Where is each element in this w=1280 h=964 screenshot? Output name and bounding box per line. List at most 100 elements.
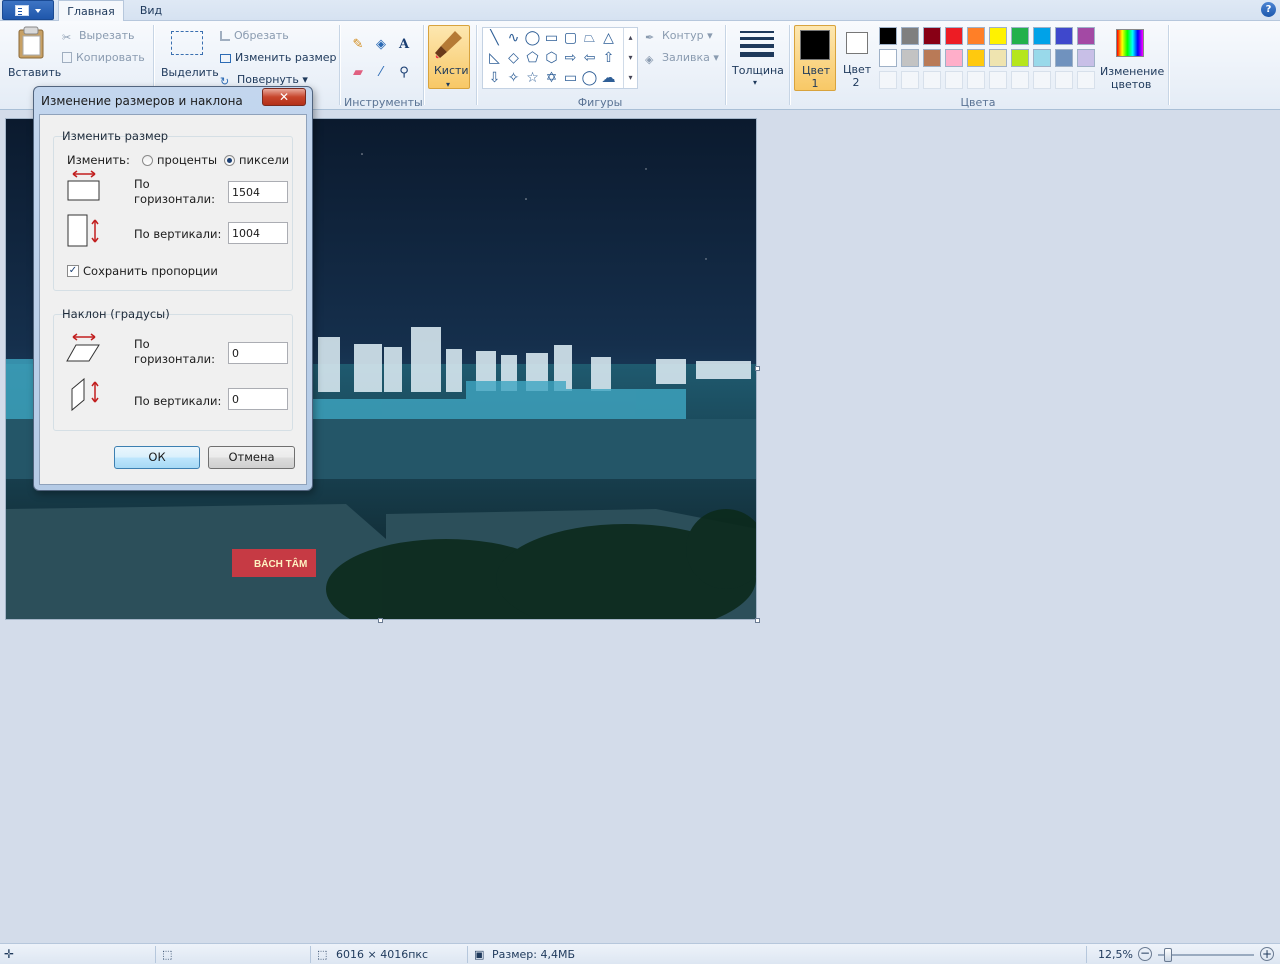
color2-swatch (846, 32, 868, 54)
four-point-star-shape-icon[interactable]: ✧ (504, 69, 523, 87)
down-arrow-shape-icon[interactable]: ⇩ (485, 69, 504, 87)
resize-button[interactable]: Изменить размер (220, 51, 337, 64)
palette-empty-slot[interactable] (1077, 71, 1095, 89)
palette-swatch[interactable] (1077, 49, 1095, 67)
palette-swatch[interactable] (1033, 27, 1051, 45)
palette-swatch[interactable] (1055, 27, 1073, 45)
six-point-star-shape-icon[interactable]: ✡ (542, 69, 561, 87)
chevron-down-icon: ▾ (753, 78, 758, 87)
app-menu-button[interactable] (2, 0, 54, 20)
palette-empty-slot[interactable] (989, 71, 1007, 89)
curve-shape-icon[interactable]: ∿ (504, 29, 523, 47)
magnifier-icon[interactable]: ⚲ (394, 62, 414, 82)
palette-swatch[interactable] (1077, 27, 1095, 45)
hexagon-shape-icon[interactable]: ⬡ (542, 49, 561, 67)
color-picker-icon[interactable]: ⁄ (371, 62, 391, 82)
palette-swatch[interactable] (989, 27, 1007, 45)
polygon-shape-icon[interactable]: ⏢ (580, 29, 599, 47)
resize-vertical-input[interactable] (228, 222, 288, 244)
cut-button[interactable]: ✂ Вырезать (62, 29, 134, 44)
brushes-button[interactable]: Кисти ▾ (428, 25, 470, 89)
ok-button[interactable]: ОК (114, 446, 200, 469)
palette-swatch[interactable] (967, 27, 985, 45)
palette-swatch[interactable] (879, 27, 897, 45)
rounded-rectangle-shape-icon[interactable]: ▢ (561, 29, 580, 47)
skew-vertical-input[interactable] (228, 388, 288, 410)
palette-empty-slot[interactable] (967, 71, 985, 89)
palette-swatch[interactable] (989, 49, 1007, 67)
callout-rect-shape-icon[interactable]: ▭ (561, 69, 580, 87)
up-arrow-shape-icon[interactable]: ⇧ (599, 49, 618, 67)
zoom-out-icon[interactable]: − (1138, 947, 1152, 961)
color2-button[interactable]: Цвет 2 (838, 25, 876, 91)
pixels-radio[interactable] (224, 155, 235, 166)
zoom-in-icon[interactable]: + (1260, 947, 1274, 961)
eraser-icon[interactable]: ▰ (348, 62, 368, 82)
palette-empty-slot[interactable] (1033, 71, 1051, 89)
keep-ratio-checkbox[interactable]: ✓ (67, 265, 79, 277)
skew-group-title: Наклон (градусы) (62, 307, 170, 321)
palette-swatch[interactable] (923, 49, 941, 67)
oval-shape-icon[interactable]: ◯ (523, 29, 542, 47)
copy-label: Копировать (76, 51, 145, 64)
cancel-button[interactable]: Отмена (208, 446, 295, 469)
close-icon[interactable]: ✕ (262, 88, 306, 106)
help-question-icon[interactable]: ? (1261, 2, 1276, 17)
select-label: Выделить (161, 66, 219, 79)
right-arrow-shape-icon[interactable]: ⇨ (561, 49, 580, 67)
percent-radio[interactable] (142, 155, 153, 166)
divider (789, 25, 790, 105)
colors-group-label: Цвета (960, 96, 996, 109)
palette-swatch[interactable] (1011, 27, 1029, 45)
line-shape-icon[interactable]: ╲ (485, 29, 504, 47)
palette-empty-slot[interactable] (901, 71, 919, 89)
select-button[interactable]: Выделить (158, 24, 219, 88)
pentagon-shape-icon[interactable]: ⬠ (523, 49, 542, 67)
palette-swatch[interactable] (945, 27, 963, 45)
tab-home[interactable]: Главная (58, 0, 124, 22)
zoom-slider-track[interactable] (1158, 954, 1254, 956)
tab-view[interactable]: Вид (128, 0, 174, 21)
fill-bucket-icon[interactable]: ◈ (371, 34, 391, 54)
thickness-button[interactable]: Толщина ▾ (730, 25, 784, 89)
fill-button[interactable]: ◈ Заливка ▾ (645, 51, 719, 66)
rectangle-shape-icon[interactable]: ▭ (542, 29, 561, 47)
shapes-scroll[interactable]: ▴ ▾ ▾ (623, 28, 637, 88)
paste-button[interactable]: Вставить (4, 24, 61, 88)
copy-button[interactable]: Копировать (62, 51, 145, 64)
outline-button[interactable]: ✒ Контур ▾ (645, 29, 713, 44)
resize-group-title: Изменить размер (62, 129, 169, 143)
palette-empty-slot[interactable] (945, 71, 963, 89)
skew-horizontal-input[interactable] (228, 342, 288, 364)
pencil-icon[interactable]: ✎ (348, 34, 368, 54)
resize-handle-bottom[interactable] (378, 618, 383, 623)
edit-colors-button[interactable]: Изменение цветов (1098, 25, 1164, 91)
resize-handle-corner[interactable] (755, 618, 760, 623)
palette-swatch[interactable] (967, 49, 985, 67)
palette-empty-slot[interactable] (1011, 71, 1029, 89)
palette-swatch[interactable] (1033, 49, 1051, 67)
left-arrow-shape-icon[interactable]: ⇦ (580, 49, 599, 67)
triangle-shape-icon[interactable]: △ (599, 29, 618, 47)
zoom-slider-thumb[interactable] (1164, 948, 1172, 962)
text-tool-icon[interactable]: A (394, 34, 414, 54)
palette-swatch[interactable] (923, 27, 941, 45)
diamond-shape-icon[interactable]: ◇ (504, 49, 523, 67)
palette-swatch[interactable] (879, 49, 897, 67)
callout-cloud-shape-icon[interactable]: ☁ (599, 69, 618, 87)
palette-swatch[interactable] (945, 49, 963, 67)
resize-handle-right[interactable] (755, 366, 760, 371)
resize-horizontal-input[interactable] (228, 181, 288, 203)
callout-oval-shape-icon[interactable]: ◯ (580, 69, 599, 87)
palette-empty-slot[interactable] (879, 71, 897, 89)
palette-empty-slot[interactable] (1055, 71, 1073, 89)
crop-button[interactable]: Обрезать (220, 29, 289, 42)
palette-swatch[interactable] (901, 49, 919, 67)
palette-swatch[interactable] (901, 27, 919, 45)
five-point-star-shape-icon[interactable]: ☆ (523, 69, 542, 87)
palette-swatch[interactable] (1011, 49, 1029, 67)
right-triangle-shape-icon[interactable]: ◺ (485, 49, 504, 67)
palette-empty-slot[interactable] (923, 71, 941, 89)
color1-button[interactable]: Цвет 1 (794, 25, 836, 91)
palette-swatch[interactable] (1055, 49, 1073, 67)
